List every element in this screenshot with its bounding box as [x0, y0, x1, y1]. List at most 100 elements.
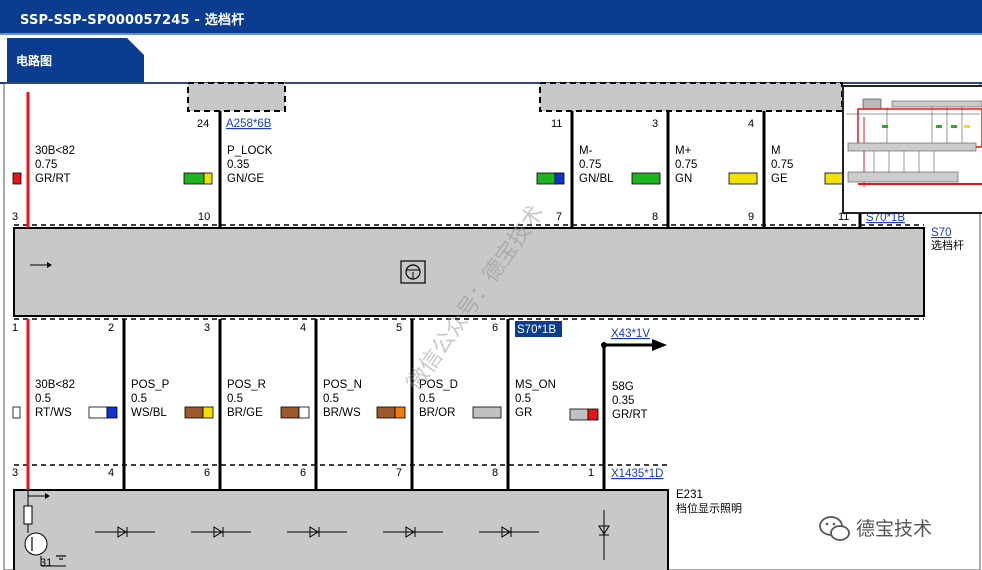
bottom-wire-label-5: MS_ON 0.5 GR	[515, 379, 556, 419]
tab-strip	[0, 35, 982, 84]
bottom-wire-label-2: POS_R 0.5 BR/GE	[227, 379, 266, 419]
svg-text:0.75: 0.75	[771, 159, 793, 171]
svg-text:BR/WS: BR/WS	[323, 407, 361, 419]
wire-color-swatch	[183, 172, 213, 185]
tab-circuit-diagram[interactable]: 电路图	[7, 38, 144, 82]
svg-text:RT/WS: RT/WS	[35, 407, 72, 419]
svg-text:58G: 58G	[612, 381, 634, 393]
tab-label: 电路图	[16, 54, 53, 68]
svg-text:30B<82: 30B<82	[35, 379, 75, 391]
bottom-wire-label-1: POS_P 0.5 WS/BL	[131, 379, 170, 419]
svg-text:M: M	[771, 145, 781, 157]
pin-s70-8: 8	[652, 211, 658, 223]
svg-text:0.35: 0.35	[227, 159, 249, 171]
pin-s70b-3: 3	[204, 322, 210, 334]
svg-text:POS_N: POS_N	[323, 379, 362, 391]
wire-color-swatch	[728, 172, 758, 185]
pin-s70-3: 3	[12, 211, 18, 223]
pin-e231-4: 4	[108, 467, 114, 479]
bottom-wire-label-6: 58G 0.35 GR/RT	[612, 381, 648, 421]
svg-text:WS/BL: WS/BL	[131, 407, 167, 419]
pin-s70-9: 9	[748, 211, 754, 223]
wire-color-swatch	[631, 172, 661, 185]
top-wire-label-1: P_LOCK 0.35 GN/GE	[227, 145, 273, 185]
wire-color-swatch	[536, 172, 565, 185]
svg-text:M+: M+	[675, 145, 692, 157]
wire-color-swatch	[569, 408, 599, 421]
e231-name: E231	[676, 489, 703, 501]
link-s70-bottom[interactable]: S70*1B	[517, 324, 556, 336]
minimap-diagram	[846, 98, 982, 187]
svg-text:GE: GE	[771, 173, 788, 185]
svg-text:0.5: 0.5	[35, 393, 51, 405]
minimap-overview[interactable]	[842, 85, 982, 214]
wire-color-swatch	[824, 172, 844, 185]
link-a258[interactable]: A258*6B	[226, 118, 272, 130]
svg-text:GN: GN	[675, 173, 692, 185]
link-x1435[interactable]: X1435*1D	[611, 468, 663, 480]
wire-color-swatch	[184, 406, 214, 419]
svg-text:0.75: 0.75	[35, 159, 57, 171]
svg-text:GR: GR	[515, 407, 532, 419]
wire-color-swatch	[472, 406, 502, 419]
pin-top-4: 4	[748, 118, 754, 130]
svg-text:POS_P: POS_P	[131, 379, 170, 391]
svg-text:0.35: 0.35	[612, 395, 634, 407]
pin-top-3: 3	[652, 118, 658, 130]
link-s70[interactable]: S70	[931, 227, 951, 239]
wechat-icon	[819, 516, 850, 541]
connector-a258-housing	[187, 82, 286, 112]
pin-top-11: 11	[551, 118, 562, 130]
top-wire-label-3: M+ 0.75 GN	[675, 145, 697, 185]
svg-text:MS_ON: MS_ON	[515, 379, 556, 391]
window-titlebar: SSP-SSP-SP000057245 - 选档杆	[0, 0, 982, 35]
pin-e231-7: 7	[396, 467, 402, 479]
e231-description: 档位显示照明	[676, 501, 742, 515]
ground-label: 31	[40, 557, 52, 569]
circuit-diagram: 24 A258*6B 11 3 4 30B<82 0.75 GR/RT P_LO…	[3, 82, 981, 570]
pin-s70b-4: 4	[300, 322, 306, 334]
wire-color-swatch	[376, 406, 406, 419]
s70-description: 选档杆	[931, 238, 964, 252]
window-title: SSP-SSP-SP000057245 - 选档杆	[20, 13, 245, 28]
pin-s70b-6: 6	[492, 322, 498, 334]
top-wire-label-4: M 0.75 GE	[771, 145, 793, 185]
logo-text: 德宝技术	[856, 518, 933, 540]
x43-arrow-icon	[601, 339, 667, 351]
svg-text:0.75: 0.75	[579, 159, 601, 171]
wire-color-swatch	[88, 406, 118, 419]
pin-a258-24: 24	[197, 118, 209, 130]
svg-text:BR/GE: BR/GE	[227, 407, 263, 419]
pin-e231-3: 3	[12, 467, 18, 479]
wechat-logo: 德宝技术	[818, 510, 968, 550]
top-wire-label-0: 30B<82 0.75 GR/RT	[35, 145, 75, 185]
link-x43[interactable]: X43*1V	[611, 328, 650, 340]
pin-e231-6b: 6	[300, 467, 306, 479]
pin-e231-1: 1	[588, 467, 594, 479]
svg-text:M-: M-	[579, 145, 593, 157]
pin-e231-6a: 6	[204, 467, 210, 479]
svg-text:0.5: 0.5	[323, 393, 339, 405]
pin-s70b-2: 2	[108, 322, 114, 334]
pin-e231-8: 8	[492, 467, 498, 479]
svg-text:GN/BL: GN/BL	[579, 173, 614, 185]
bottom-wire-label-0: 30B<82 0.5 RT/WS	[35, 379, 75, 419]
svg-text:0.5: 0.5	[131, 393, 147, 405]
module-e231	[13, 489, 669, 570]
svg-text:POS_R: POS_R	[227, 379, 266, 391]
svg-text:GR/RT: GR/RT	[612, 409, 648, 421]
svg-text:GN/GE: GN/GE	[227, 173, 264, 185]
svg-text:30B<82: 30B<82	[35, 145, 75, 157]
wire-color-swatch	[12, 172, 22, 185]
wire-color-swatch	[12, 406, 21, 419]
connector-top-right-housing	[539, 82, 843, 112]
pin-s70b-1: 1	[12, 322, 18, 334]
svg-text:0.75: 0.75	[675, 159, 697, 171]
wire-color-swatch	[280, 406, 310, 419]
pin-s70-10: 10	[198, 211, 210, 223]
bottom-wire-label-3: POS_N 0.5 BR/WS	[323, 379, 362, 419]
svg-text:GR/RT: GR/RT	[35, 173, 71, 185]
svg-text:0.5: 0.5	[227, 393, 243, 405]
pin-s70b-5: 5	[396, 322, 402, 334]
top-wire-label-2: M- 0.75 GN/BL	[579, 145, 614, 185]
